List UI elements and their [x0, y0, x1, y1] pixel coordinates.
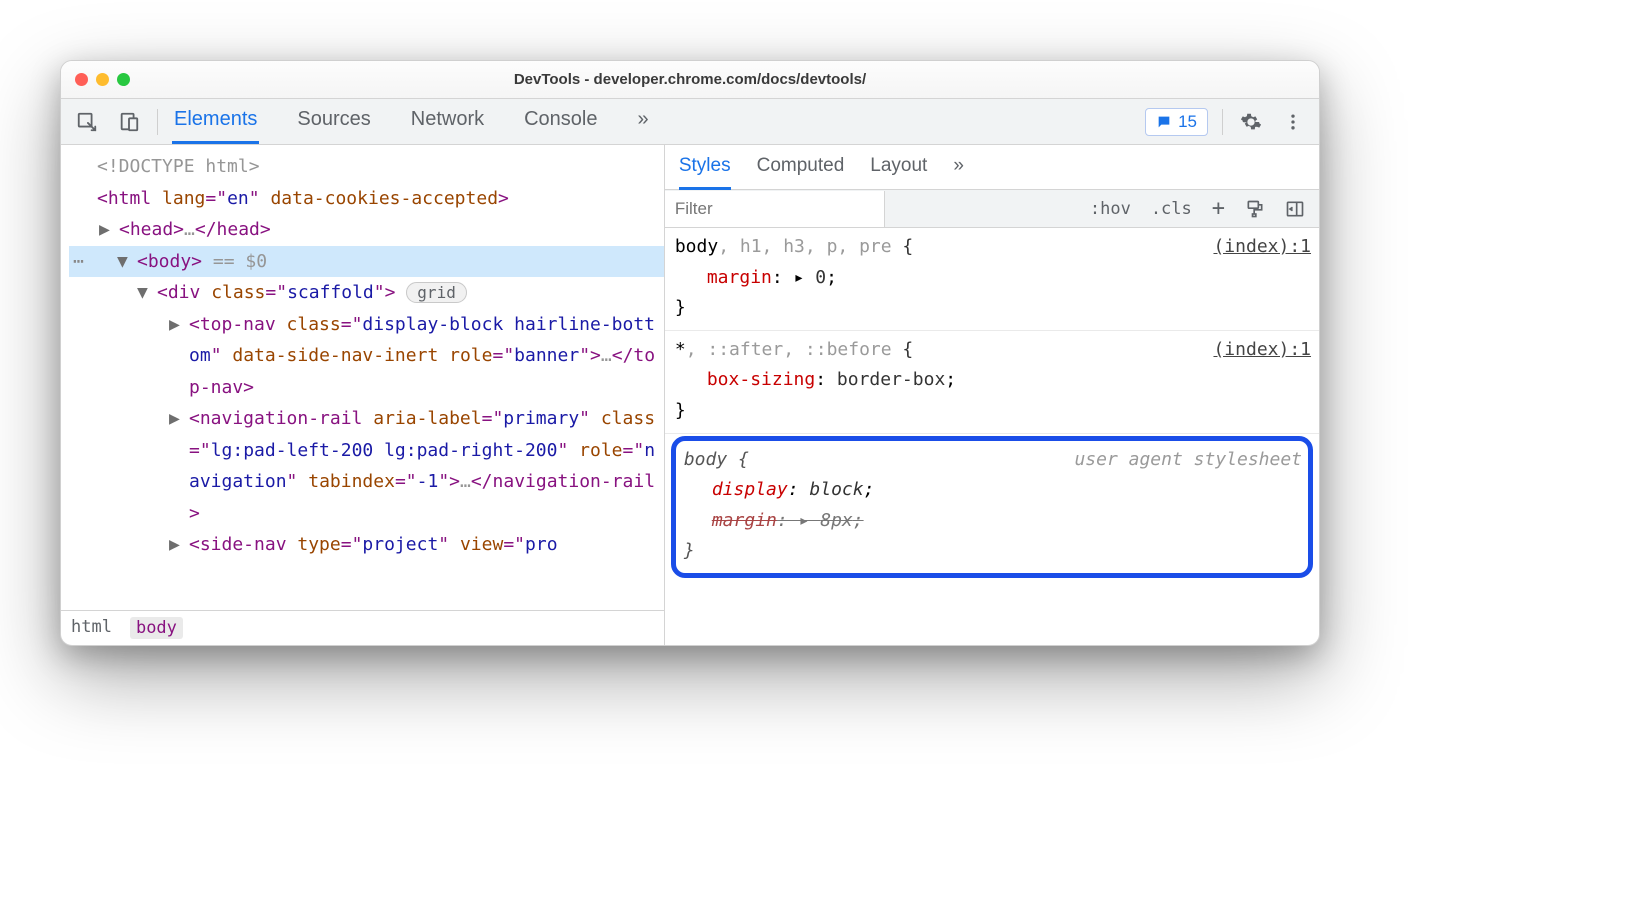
dom-sidenav-partial[interactable]: ▶<side-nav type="project" view="pro [69, 529, 664, 561]
zoom-window-button[interactable] [117, 73, 130, 86]
user-agent-rule-highlight[interactable]: user agent stylesheet body { display: bl… [671, 436, 1313, 578]
dom-doctype[interactable]: <!DOCTYPE html> [69, 151, 664, 183]
tab-sources[interactable]: Sources [295, 100, 372, 143]
tab-elements[interactable]: Elements [172, 100, 259, 144]
minimize-window-button[interactable] [96, 73, 109, 86]
toolbar-right: 15 [1145, 108, 1307, 136]
tab-layout[interactable]: Layout [870, 155, 927, 189]
device-toggle-icon[interactable] [115, 108, 143, 136]
grid-badge[interactable]: grid [406, 282, 467, 303]
styles-tabs: Styles Computed Layout » [665, 145, 1319, 190]
kebab-menu-icon[interactable] [1279, 108, 1307, 136]
tab-network[interactable]: Network [409, 100, 486, 143]
hov-toggle[interactable]: :hov [1090, 199, 1131, 219]
tab-styles[interactable]: Styles [679, 155, 731, 190]
devtools-window: DevTools - developer.chrome.com/docs/dev… [60, 60, 1320, 646]
main-tabs: Elements Sources Network Console » [172, 100, 651, 143]
inspect-icon[interactable] [73, 108, 101, 136]
styles-toolbar: :hov .cls + [665, 190, 1319, 228]
dom-panel: <!DOCTYPE html> <html lang="en" data-coo… [61, 145, 665, 645]
mac-traffic-lights [75, 73, 130, 86]
breadcrumb[interactable]: html body [61, 610, 664, 645]
rule-source-link[interactable]: (index):1 [1213, 335, 1311, 366]
divider [157, 109, 158, 135]
rule-body-margin[interactable]: (index):1 body, h1, h3, p, pre { margin:… [665, 228, 1319, 331]
crumb-html[interactable]: html [71, 617, 112, 639]
issues-badge[interactable]: 15 [1145, 108, 1208, 136]
dom-head[interactable]: ▶<head>…</head> [69, 214, 664, 246]
cls-toggle[interactable]: .cls [1151, 199, 1192, 219]
new-rule-icon[interactable]: + [1212, 196, 1225, 221]
rule-universal-boxsizing[interactable]: (index):1 *, ::after, ::before { box-siz… [665, 331, 1319, 434]
crumb-body[interactable]: body [130, 617, 183, 639]
devtools-toolbar: Elements Sources Network Console » 15 [61, 99, 1319, 145]
divider [1222, 109, 1223, 135]
rule-source-link[interactable]: (index):1 [1213, 232, 1311, 263]
tab-overflow[interactable]: » [953, 155, 964, 189]
ua-stylesheet-label: user agent stylesheet [1074, 445, 1302, 476]
dom-topnav[interactable]: ▶<top-nav class="display-block hairline-… [69, 309, 664, 404]
styles-filter-input[interactable] [665, 191, 885, 227]
window-title: DevTools - developer.chrome.com/docs/dev… [61, 71, 1319, 88]
main-split: <!DOCTYPE html> <html lang="en" data-coo… [61, 145, 1319, 645]
issues-icon [1156, 114, 1172, 130]
dom-scaffold[interactable]: ▼<div class="scaffold"> grid [69, 277, 664, 309]
issues-count: 15 [1178, 112, 1197, 132]
tab-computed[interactable]: Computed [757, 155, 845, 189]
styles-panel: Styles Computed Layout » :hov .cls + [665, 145, 1319, 645]
gear-icon[interactable] [1237, 108, 1265, 136]
tab-overflow[interactable]: » [636, 100, 651, 143]
titlebar: DevTools - developer.chrome.com/docs/dev… [61, 61, 1319, 99]
dom-body-selected[interactable]: ⋯▼<body> == $0 [69, 246, 664, 278]
toggle-sidebar-icon[interactable] [1285, 199, 1305, 219]
close-window-button[interactable] [75, 73, 88, 86]
paint-icon[interactable] [1245, 199, 1265, 219]
tab-console[interactable]: Console [522, 100, 599, 143]
dom-tree[interactable]: <!DOCTYPE html> <html lang="en" data-coo… [61, 145, 664, 610]
dom-html-open[interactable]: <html lang="en" data-cookies-accepted> [69, 183, 664, 215]
styles-body[interactable]: (index):1 body, h1, h3, p, pre { margin:… [665, 228, 1319, 645]
dom-navrail[interactable]: ▶<navigation-rail aria-label="primary" c… [69, 403, 664, 529]
